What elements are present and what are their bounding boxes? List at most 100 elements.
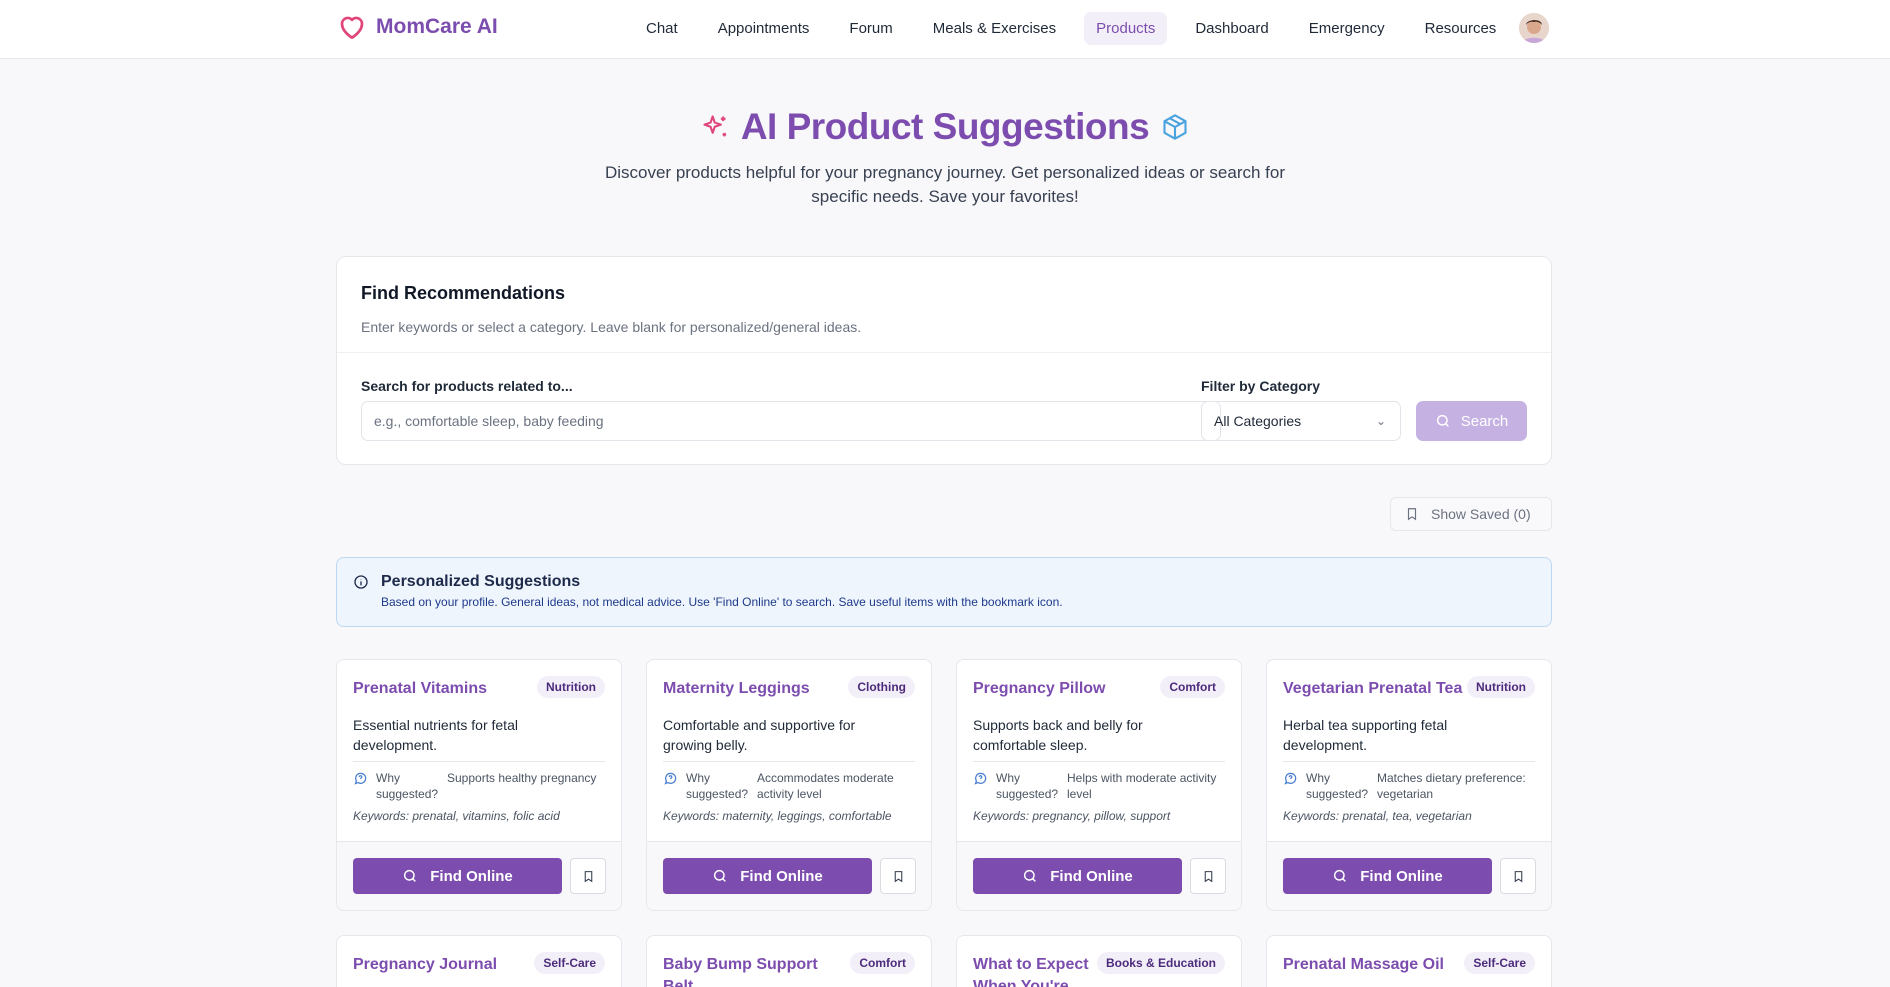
product-title[interactable]: Pregnancy Journal bbox=[353, 954, 528, 976]
category-badge: Self-Care bbox=[534, 952, 605, 974]
nav-link-products[interactable]: Products bbox=[1084, 12, 1168, 45]
nav-link-resources[interactable]: Resources bbox=[1413, 12, 1509, 45]
message-question-icon bbox=[664, 772, 677, 785]
message-question-icon bbox=[974, 772, 987, 785]
brand-logo-link[interactable]: MomCare AI bbox=[336, 12, 498, 42]
product-description: Supports back and belly for comfortable … bbox=[973, 717, 1143, 753]
info-description: Based on your profile. General ideas, no… bbox=[381, 595, 1063, 609]
package-icon bbox=[1163, 114, 1187, 140]
product-title[interactable]: What to Expect When You're bbox=[973, 954, 1093, 987]
search-button[interactable]: Search bbox=[1416, 401, 1527, 441]
search-label: Search for products related to... bbox=[361, 378, 573, 394]
category-badge: Self-Care bbox=[1464, 952, 1535, 974]
product-card: Vegetarian Prenatal Tea Nutrition Herbal… bbox=[1266, 659, 1552, 911]
product-card: Prenatal Vitamins Nutrition Essential nu… bbox=[336, 659, 622, 911]
nav-link-meals-exercises[interactable]: Meals & Exercises bbox=[921, 12, 1068, 45]
page-header: AI Product Suggestions bbox=[0, 106, 1890, 148]
category-badge: Nutrition bbox=[537, 676, 605, 698]
product-keywords: Keywords: maternity, leggings, comfortab… bbox=[663, 809, 892, 823]
bookmark-button[interactable] bbox=[1500, 858, 1536, 894]
product-card: Baby Bump Support Belt Comfort bbox=[646, 935, 932, 987]
why-suggested-reason: Helps with moderate activity level bbox=[1067, 771, 1217, 801]
sparkles-icon bbox=[703, 115, 726, 137]
info-icon bbox=[354, 575, 368, 589]
product-description: Essential nutrients for fetal developmen… bbox=[353, 717, 518, 753]
category-badge: Books & Education bbox=[1096, 952, 1225, 974]
category-badge: Comfort bbox=[850, 952, 915, 974]
find-online-button[interactable]: Find Online bbox=[663, 858, 872, 894]
message-question-icon bbox=[1284, 772, 1297, 785]
find-online-button[interactable]: Find Online bbox=[353, 858, 562, 894]
divider bbox=[973, 761, 1225, 762]
search-input[interactable]: e.g., comfortable sleep, baby feeding bbox=[361, 401, 1221, 441]
bookmark-icon bbox=[584, 870, 592, 882]
why-suggested-reason: Accommodates moderate activity level bbox=[757, 771, 894, 801]
nav-link-dashboard[interactable]: Dashboard bbox=[1183, 12, 1280, 45]
product-card: Prenatal Massage Oil Self-Care bbox=[1266, 935, 1552, 987]
brand-name: MomCare AI bbox=[376, 15, 498, 38]
product-title[interactable]: Prenatal Vitamins bbox=[353, 678, 528, 700]
search-icon bbox=[714, 869, 727, 882]
bookmark-button[interactable] bbox=[1190, 858, 1226, 894]
why-suggested-reason: Supports healthy pregnancy bbox=[447, 771, 597, 785]
product-card: Maternity Leggings Clothing Comfortable … bbox=[646, 659, 932, 911]
category-select-value: All Categories bbox=[1214, 413, 1302, 429]
why-suggested-label: Why suggested? bbox=[376, 771, 439, 801]
product-keywords: Keywords: prenatal, vitamins, folic acid bbox=[353, 809, 560, 823]
search-icon bbox=[404, 869, 417, 882]
why-suggested-label: Why suggested? bbox=[686, 771, 749, 801]
product-description: Herbal tea supporting fetal development. bbox=[1283, 717, 1448, 753]
product-title[interactable]: Baby Bump Support Belt bbox=[663, 954, 823, 987]
chevron-down-icon: ⌄ bbox=[1375, 414, 1386, 428]
product-card: Pregnancy Pillow Comfort Supports back a… bbox=[956, 659, 1242, 911]
show-saved-button[interactable]: Show Saved (0) bbox=[1390, 497, 1552, 531]
nav-link-appointments[interactable]: Appointments bbox=[706, 12, 822, 45]
find-online-button[interactable]: Find Online bbox=[973, 858, 1182, 894]
page-subtitle: Discover products helpful for your pregn… bbox=[604, 163, 1286, 206]
product-keywords: Keywords: pregnancy, pillow, support bbox=[973, 809, 1171, 823]
bookmark-icon bbox=[1204, 870, 1212, 882]
search-card-description: Enter keywords or select a category. Lea… bbox=[361, 319, 862, 335]
nav-link-emergency[interactable]: Emergency bbox=[1297, 12, 1397, 45]
divider bbox=[663, 761, 915, 762]
product-keywords: Keywords: prenatal, tea, vegetarian bbox=[1283, 809, 1472, 823]
product-title[interactable]: Maternity Leggings bbox=[663, 678, 838, 700]
category-badge: Comfort bbox=[1160, 676, 1225, 698]
bookmark-icon bbox=[1514, 870, 1522, 882]
nav-link-chat[interactable]: Chat bbox=[634, 12, 690, 45]
page-title: AI Product Suggestions bbox=[740, 106, 1150, 147]
user-avatar[interactable] bbox=[1519, 13, 1549, 43]
nav-link-forum[interactable]: Forum bbox=[837, 12, 904, 45]
info-title: Personalized Suggestions bbox=[381, 573, 581, 590]
why-suggested-label: Why suggested? bbox=[1306, 771, 1369, 801]
bookmark-icon bbox=[894, 870, 902, 882]
search-button-label: Search bbox=[1460, 412, 1509, 430]
find-online-button[interactable]: Find Online bbox=[1283, 858, 1492, 894]
why-suggested-reason: Matches dietary preference: vegetarian bbox=[1377, 771, 1526, 801]
product-description: Comfortable and supportive for growing b… bbox=[663, 717, 856, 753]
why-suggested-label: Why suggested? bbox=[996, 771, 1059, 801]
find-online-label: Find Online bbox=[1050, 867, 1133, 885]
bookmark-icon bbox=[1407, 508, 1417, 521]
product-title[interactable]: Vegetarian Prenatal Tea bbox=[1283, 678, 1473, 700]
find-online-label: Find Online bbox=[740, 867, 823, 885]
category-badge: Clothing bbox=[848, 676, 915, 698]
search-card-title: Find Recommendations bbox=[361, 283, 566, 303]
find-online-label: Find Online bbox=[430, 867, 513, 885]
message-question-icon bbox=[354, 772, 367, 785]
search-icon bbox=[1334, 869, 1347, 882]
category-label: Filter by Category bbox=[1201, 378, 1321, 394]
bookmark-button[interactable] bbox=[880, 858, 916, 894]
product-title[interactable]: Prenatal Massage Oil bbox=[1283, 954, 1458, 976]
heart-icon bbox=[340, 16, 364, 39]
bookmark-button[interactable] bbox=[570, 858, 606, 894]
category-badge: Nutrition bbox=[1467, 676, 1535, 698]
category-select[interactable]: All Categories ⌄ bbox=[1201, 401, 1401, 441]
divider bbox=[1283, 761, 1535, 762]
divider bbox=[353, 761, 605, 762]
product-title[interactable]: Pregnancy Pillow bbox=[973, 678, 1148, 700]
personalized-info-banner: Personalized Suggestions Based on your p… bbox=[336, 557, 1552, 627]
search-card: Find Recommendations Enter keywords or s… bbox=[336, 256, 1552, 465]
top-navbar: MomCare AI Chat Appointments Forum Meals… bbox=[0, 0, 1890, 59]
show-saved-label: Show Saved (0) bbox=[1431, 506, 1531, 522]
